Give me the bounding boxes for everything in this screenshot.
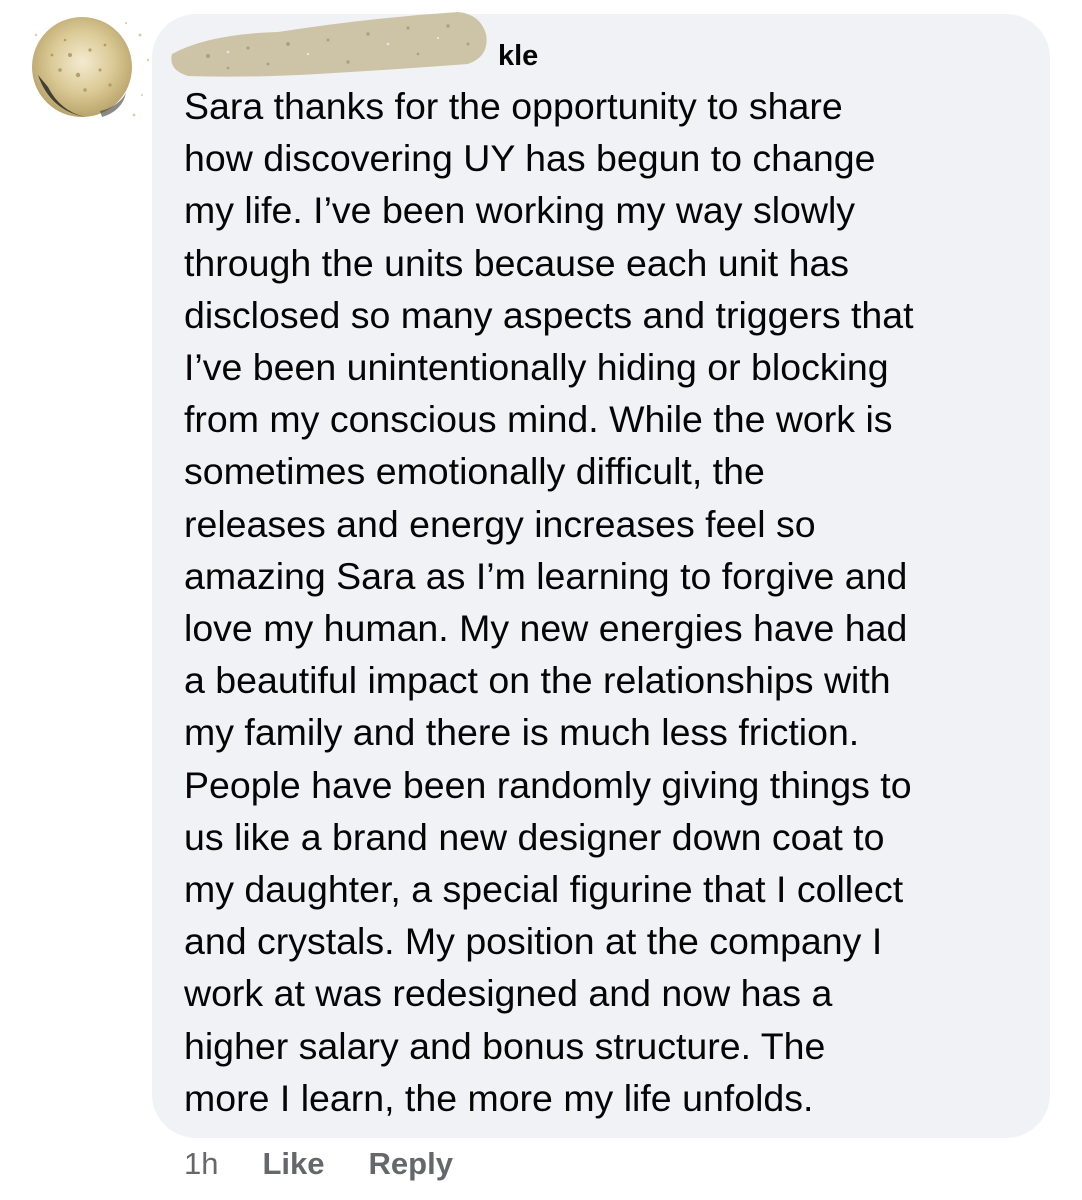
like-button[interactable]: Like bbox=[262, 1146, 324, 1182]
comment-text-line: amazing Sara as I’m learning to forgive … bbox=[184, 554, 908, 597]
timestamp[interactable]: 1h bbox=[184, 1146, 218, 1182]
comment-text-line: People have been randomly giving things … bbox=[184, 763, 912, 806]
comment-text-line: work at was redesigned and now has a bbox=[184, 972, 833, 1015]
comment-text-line: love my human. My new energies have had bbox=[184, 607, 908, 650]
comment-text-line: through the units because each unit has bbox=[184, 241, 850, 284]
comment-thread: kle Sara thanks for the opportunity to s… bbox=[0, 0, 1082, 1200]
comment-text-line: sometimes emotionally difficult, the bbox=[184, 450, 765, 493]
comment-text-line: how discovering UY has begun to change bbox=[184, 137, 876, 180]
comment-author[interactable]: kle bbox=[168, 4, 568, 84]
comment-text-line: higher salary and bonus structure. The bbox=[184, 1024, 826, 1067]
redaction-glitter-icon bbox=[171, 12, 487, 77]
author-name-fragment[interactable]: kle bbox=[498, 40, 538, 73]
comment-text-line: from my conscious mind. While the work i… bbox=[184, 398, 893, 441]
comment-text-line: a beautiful impact on the relationships … bbox=[184, 659, 891, 702]
comment-actions: 1h Like Reply bbox=[184, 1142, 497, 1186]
comment-text-line: us like a brand new designer down coat t… bbox=[184, 815, 885, 858]
comment-body: Sara thanks for the opportunity to share… bbox=[184, 80, 1034, 1124]
comment-text-line: disclosed so many aspects and triggers t… bbox=[184, 293, 914, 336]
comment-text-line: I’ve been unintentionally hiding or bloc… bbox=[184, 346, 889, 389]
comment-text-line: Sara thanks for the opportunity to share bbox=[184, 85, 843, 127]
avatar[interactable] bbox=[30, 15, 150, 119]
comment-text-line: more I learn, the more my life unfolds. bbox=[184, 1076, 814, 1119]
comment-text-line: my life. I’ve been working my way slowly bbox=[184, 189, 856, 232]
comment-text-line: my family and there is much less frictio… bbox=[184, 711, 860, 754]
comment-text-line: my daughter, a special figurine that I c… bbox=[184, 868, 904, 911]
comment-text-line: releases and energy increases feel so bbox=[184, 502, 816, 545]
reply-button[interactable]: Reply bbox=[369, 1146, 453, 1182]
comment-text-line: and crystals. My position at the company… bbox=[184, 920, 883, 963]
avatar-image-icon bbox=[32, 17, 150, 117]
